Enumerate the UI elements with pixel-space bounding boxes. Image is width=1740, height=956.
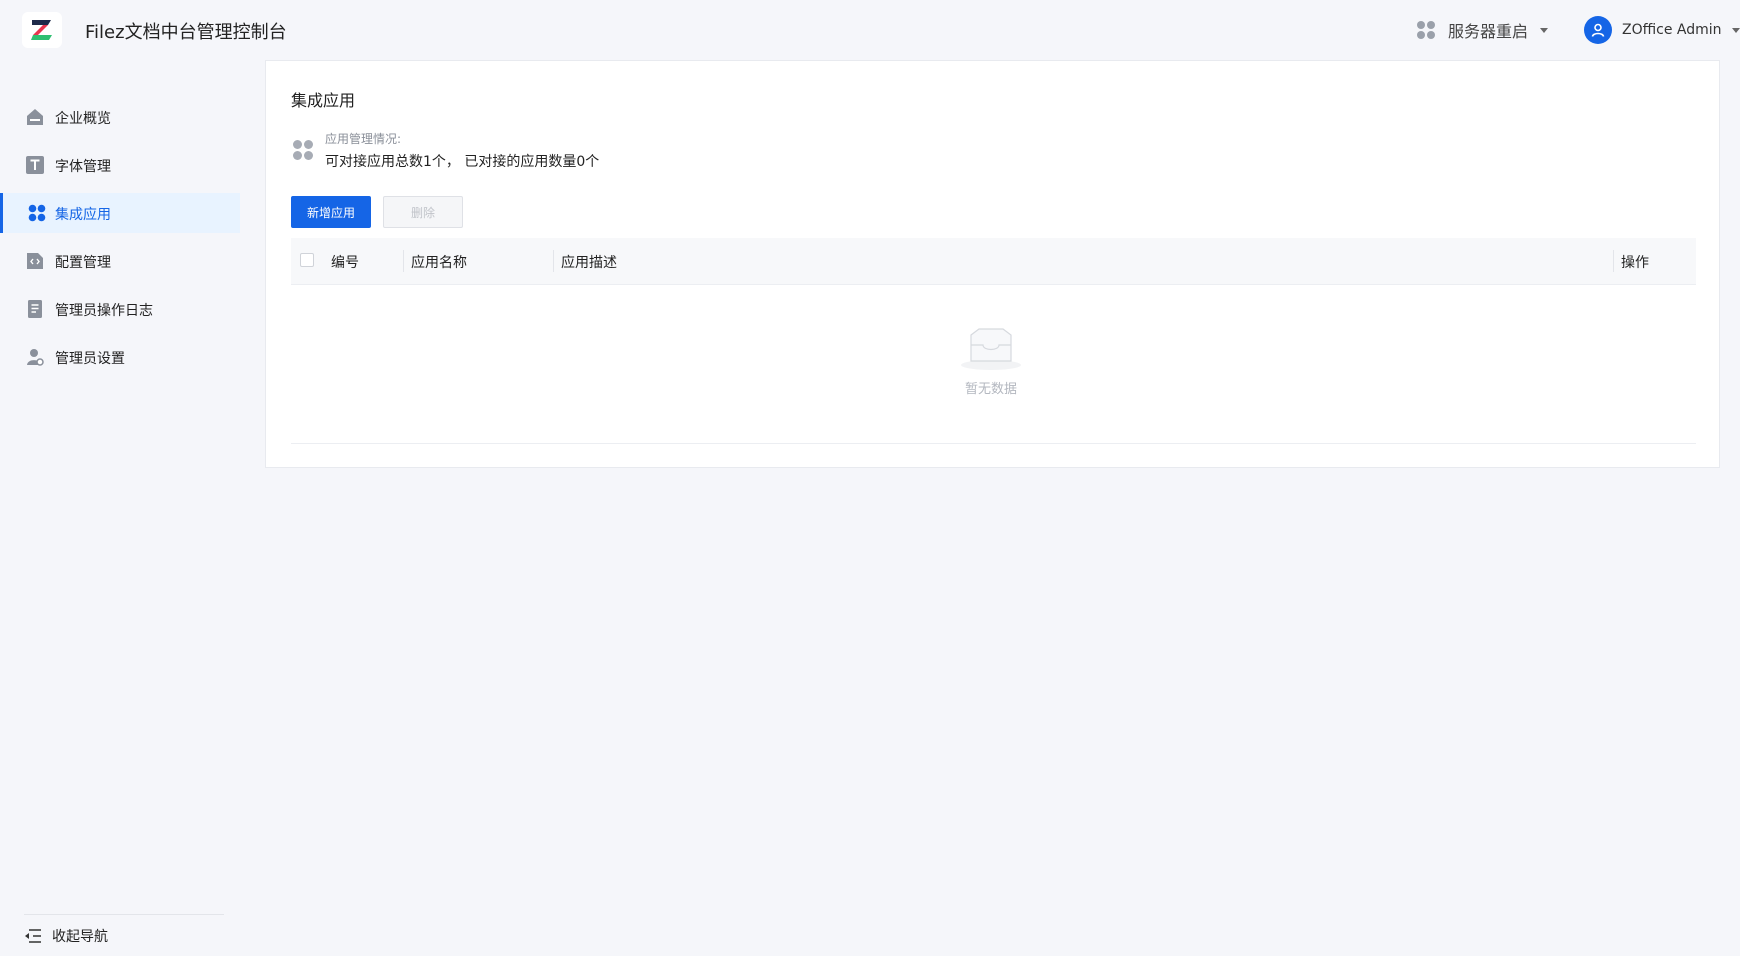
font-icon [26,156,44,174]
sidebar: 企业概览 字体管理 集成应用 配置管理 管理员操作日志 管理员设置 收起导航 [0,60,240,956]
sidebar-item-label: 管理员操作日志 [55,303,153,319]
column-divider [403,250,404,272]
collapse-nav-label: 收起导航 [52,929,108,945]
chevron-down-icon [1540,27,1549,33]
sidebar-item-admin-settings[interactable]: 管理员设置 [0,337,240,377]
sidebar-item-label: 字体管理 [55,159,111,175]
summary-label: 应用管理情况: [325,132,402,146]
app-logo[interactable] [22,12,62,48]
user-name: ZOffice Admin [1622,22,1722,38]
avatar [1584,16,1612,44]
sidebar-item-admin-logs[interactable]: 管理员操作日志 [0,289,240,329]
apps-grid-icon [1417,21,1435,39]
column-divider [1613,250,1614,272]
delete-button[interactable]: 删除 [383,196,463,228]
app-title: Filez文档中台管理控制台 [85,22,287,43]
collapse-nav-button[interactable]: 收起导航 [24,925,108,947]
add-app-button[interactable]: 新增应用 [291,196,371,228]
column-header-app-name: 应用名称 [411,255,467,271]
collapse-menu-icon [25,929,41,943]
sidebar-item-integrated-apps[interactable]: 集成应用 [0,193,240,233]
user-icon [1591,23,1605,37]
top-header: Filez文档中台管理控制台 服务器重启 ZOffice Admin [0,0,1740,60]
sidebar-divider [24,914,224,915]
log-icon [28,300,42,318]
sidebar-item-label: 配置管理 [55,255,111,271]
logo-icon [31,20,52,40]
server-restart-dropdown[interactable]: 服务器重启 [1416,16,1549,44]
column-divider [553,250,554,272]
table-header: 编号 应用名称 应用描述 操作 [291,238,1696,285]
select-all-checkbox[interactable] [300,253,314,267]
sidebar-item-label: 管理员设置 [55,351,125,367]
apps-summary-icon [293,140,313,160]
server-restart-label: 服务器重启 [1448,22,1529,41]
main-card: 集成应用 应用管理情况: 可对接应用总数1个， 已对接的应用数量0个 新增应用 … [265,60,1720,468]
sidebar-item-label: 企业概览 [55,111,111,127]
empty-state-text: 暂无数据 [964,382,1018,397]
page-title: 集成应用 [291,91,356,110]
config-icon [27,253,43,269]
admin-icon [27,349,44,366]
apps-icon [28,204,46,222]
column-header-id: 编号 [331,255,359,271]
home-icon [27,109,43,125]
chevron-down-icon [1731,27,1740,33]
column-header-app-description: 应用描述 [561,255,617,271]
empty-inbox-icon [961,328,1021,370]
sidebar-item-overview[interactable]: 企业概览 [0,97,240,137]
sidebar-item-label: 集成应用 [55,207,111,223]
summary-text: 可对接应用总数1个， 已对接的应用数量0个 [325,154,600,170]
sidebar-item-config[interactable]: 配置管理 [0,241,240,281]
user-menu[interactable]: ZOffice Admin [1584,14,1740,46]
table-bottom-border [291,443,1696,444]
column-header-actions: 操作 [1621,255,1649,271]
sidebar-item-fonts[interactable]: 字体管理 [0,145,240,185]
